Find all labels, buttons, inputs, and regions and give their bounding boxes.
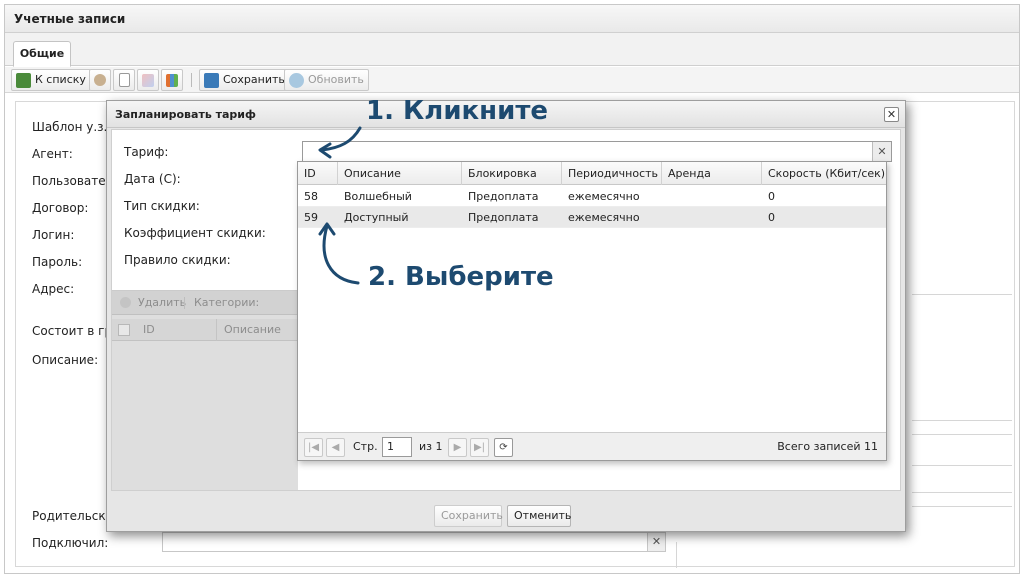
save-button[interactable]: Сохранить xyxy=(199,69,290,91)
tariff-input[interactable] xyxy=(303,142,863,161)
delete-icon xyxy=(120,297,131,308)
refresh-button[interactable]: Обновить xyxy=(284,69,369,91)
agent-label: Агент: xyxy=(32,147,73,161)
date-label: Дата (С): xyxy=(124,172,181,186)
back-to-list-button[interactable]: К списку xyxy=(11,69,91,91)
tariff-grid-header: ID Описание Блокировка Периодичность Аре… xyxy=(298,162,886,185)
cell-description: Волшебный xyxy=(344,190,412,203)
connected-clear-icon[interactable]: ✕ xyxy=(647,533,665,551)
table-row[interactable]: 59 Доступный Предоплата ежемесячно 0 xyxy=(298,207,886,228)
document-icon xyxy=(118,73,130,87)
col-period[interactable]: Периодичность xyxy=(562,162,662,185)
description-label: Описание: xyxy=(32,353,99,367)
cell-period: ежемесячно xyxy=(568,211,640,224)
cell-lock: Предоплата xyxy=(468,211,539,224)
pager: |◀ ◀ Стр. 1 из 1 ▶ ▶| ⟳ Всего записей 11 xyxy=(298,432,886,460)
field-line xyxy=(912,506,1012,507)
field-line xyxy=(912,434,1012,435)
password-label: Пароль: xyxy=(32,255,83,269)
cell-rent xyxy=(662,207,762,228)
cell-speed: 0 xyxy=(768,190,775,203)
annotation-step-2: 2. Выберите xyxy=(368,262,554,292)
document-button[interactable] xyxy=(113,69,135,91)
col-lock[interactable]: Блокировка xyxy=(462,162,562,185)
last-page-icon[interactable]: ▶| xyxy=(470,438,489,457)
save-label: Сохранить xyxy=(223,73,285,86)
window-title: Учетные записи xyxy=(5,5,1019,33)
refresh-icon[interactable]: ⟳ xyxy=(494,438,513,457)
categories-header: ID Описание xyxy=(112,319,298,341)
dialog-cancel-button[interactable]: Отменить xyxy=(507,505,571,527)
close-icon[interactable]: ✕ xyxy=(884,107,899,122)
field-line xyxy=(676,542,677,568)
toolbar-separator xyxy=(184,297,185,309)
header-id: ID xyxy=(143,323,155,336)
back-to-list-label: К списку xyxy=(35,73,86,86)
page-label: Стр. xyxy=(353,440,378,453)
connected-field[interactable]: ✕ xyxy=(162,532,666,552)
cell-id: 59 xyxy=(304,211,318,224)
total-records: Всего записей 11 xyxy=(777,440,878,453)
discount-type-label: Тип скидки: xyxy=(124,199,200,213)
prev-page-icon[interactable]: ◀ xyxy=(326,438,345,457)
contract-label: Договор: xyxy=(32,201,89,215)
next-page-icon[interactable]: ▶ xyxy=(448,438,467,457)
annotation-step-1: 1. Кликните xyxy=(366,96,549,126)
template-label: Шаблон у.з.: xyxy=(32,120,112,134)
first-page-icon[interactable]: |◀ xyxy=(304,438,323,457)
tariff-dropdown: ID Описание Блокировка Периодичность Аре… xyxy=(297,161,887,461)
list-icon xyxy=(16,72,31,88)
connected-label: Подключил: xyxy=(32,536,109,550)
cell-rent xyxy=(662,186,762,207)
select-all-checkbox[interactable] xyxy=(118,324,130,336)
page-count: из 1 xyxy=(419,440,443,453)
field-line xyxy=(912,294,1012,295)
field-line xyxy=(912,465,1012,466)
refresh-label: Обновить xyxy=(308,73,364,86)
bar-chart-icon xyxy=(166,73,178,87)
categories-label: Категории: xyxy=(194,296,260,309)
refresh-icon xyxy=(289,72,304,88)
user-label: Пользовател xyxy=(32,174,114,188)
dialog-save-button[interactable]: Сохранить xyxy=(434,505,503,527)
toolbar-separator xyxy=(191,73,192,87)
discount-coef-label: Коэффициент скидки: xyxy=(124,226,266,240)
chart-line-button[interactable] xyxy=(137,69,159,91)
categories-grid: Удалить Категории: ID Описание xyxy=(112,290,298,490)
cell-lock: Предоплата xyxy=(468,190,539,203)
col-description[interactable]: Описание xyxy=(338,162,462,185)
tab-strip: Общие xyxy=(5,33,1019,67)
column-divider xyxy=(216,319,217,341)
login-label: Логин: xyxy=(32,228,75,242)
discount-rule-label: Правило скидки: xyxy=(124,253,231,267)
cell-id: 58 xyxy=(304,190,318,203)
chart-bar-button[interactable] xyxy=(161,69,183,91)
categories-toolbar: Удалить Категории: xyxy=(112,291,298,315)
tariff-label: Тариф: xyxy=(124,145,169,159)
user-button[interactable] xyxy=(89,69,111,91)
col-id[interactable]: ID xyxy=(298,162,338,185)
table-row[interactable]: 58 Волшебный Предоплата ежемесячно 0 xyxy=(298,186,886,207)
col-rent[interactable]: Аренда xyxy=(662,162,762,185)
cell-speed: 0 xyxy=(768,211,775,224)
tariff-clear-icon[interactable]: ✕ xyxy=(872,142,891,161)
field-line xyxy=(912,492,1012,493)
tariff-combobox[interactable]: ✕ xyxy=(302,141,892,162)
tab-general[interactable]: Общие xyxy=(13,41,71,67)
field-line xyxy=(912,420,1012,421)
user-icon xyxy=(94,74,106,86)
main-toolbar: К списку Сохранить Обновить xyxy=(5,67,1019,93)
header-description: Описание xyxy=(224,323,281,336)
page-input[interactable]: 1 xyxy=(382,437,412,457)
cell-period: ежемесячно xyxy=(568,190,640,203)
save-icon xyxy=(204,72,219,88)
col-speed[interactable]: Скорость (Кбит/сек) xyxy=(762,162,886,185)
address-label: Адрес: xyxy=(32,282,75,296)
delete-button[interactable]: Удалить xyxy=(138,291,186,315)
line-chart-icon xyxy=(142,73,154,87)
cell-description: Доступный xyxy=(344,211,409,224)
